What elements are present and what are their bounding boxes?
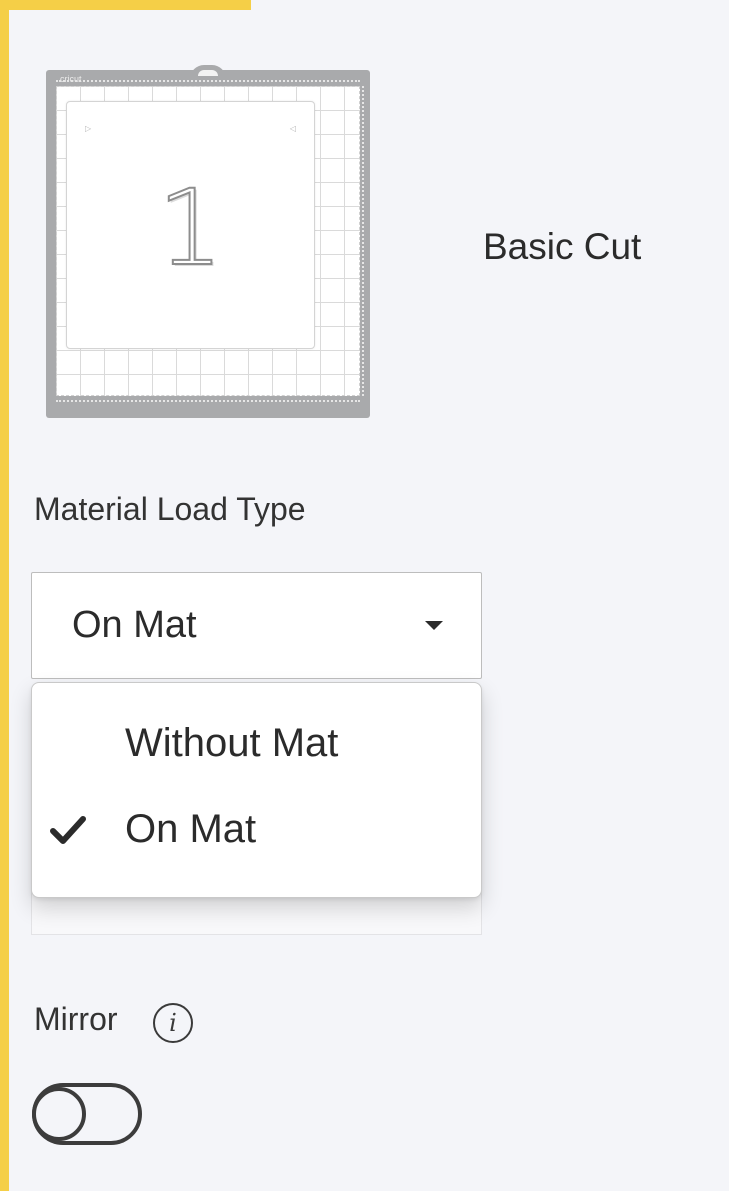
mat-tab [190, 65, 226, 79]
mat-preview[interactable]: cricut ▷ ◁ 1 [46, 65, 370, 418]
select-value: On Mat [72, 604, 197, 646]
mat-corner-marker-left: ▷ [85, 124, 92, 133]
caret-down-icon [425, 621, 443, 630]
menu-option-on-mat[interactable]: On Mat [32, 791, 481, 871]
menu-option-label: Without Mat [125, 721, 339, 765]
mat-number: 1 [156, 167, 224, 289]
mirror-toggle[interactable] [32, 1083, 142, 1145]
mirror-label: Mirror [34, 1001, 118, 1037]
mat-ruler-right [362, 86, 366, 396]
mat-design-area: ▷ ◁ 1 [66, 101, 315, 349]
toggle-knob [32, 1087, 86, 1141]
info-icon[interactable]: i [153, 1003, 193, 1043]
menu-option-label: On Mat [125, 807, 257, 851]
material-load-select[interactable]: On Mat [31, 572, 482, 679]
accent-bar-left [0, 0, 9, 1191]
checkmark-icon [50, 816, 86, 844]
material-load-type-label: Material Load Type [34, 491, 306, 527]
mat-ruler-top [56, 80, 360, 84]
material-load-menu: Without Mat On Mat [31, 682, 482, 898]
mat-ruler-bottom [56, 400, 360, 404]
cut-type-label: Basic Cut [483, 226, 642, 267]
accent-bar-top [0, 0, 251, 10]
menu-option-without-mat[interactable]: Without Mat [32, 705, 481, 785]
mat-corner-marker-right: ◁ [289, 124, 296, 133]
